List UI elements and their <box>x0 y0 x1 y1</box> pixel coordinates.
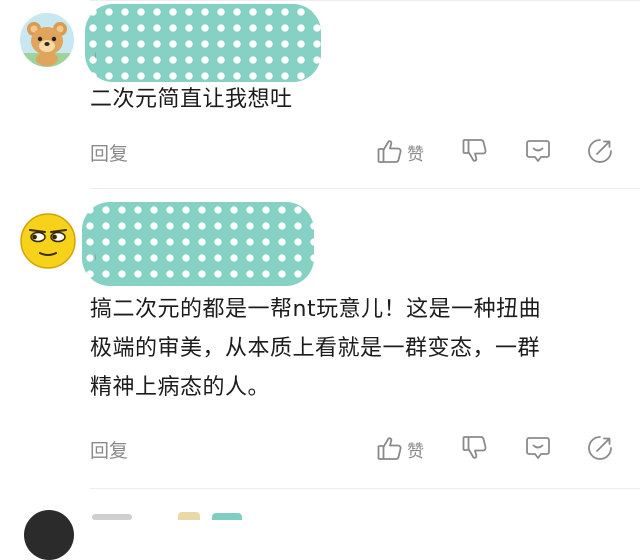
reply-button[interactable]: 回复 <box>90 139 128 166</box>
smiley-face-icon <box>20 213 76 269</box>
comment-line: 精神上病态的人。 <box>90 375 271 400</box>
avatar[interactable] <box>20 13 74 67</box>
top-divider <box>90 0 640 1</box>
comment-divider <box>90 488 640 489</box>
share-icon[interactable] <box>586 434 614 462</box>
comment-text: 搞二次元的都是一帮nt玩意儿！这是一种扭曲 极端的审美，从本质上看就是一群变态，… <box>90 290 541 407</box>
like-label[interactable]: 赞 <box>407 140 424 165</box>
comment-line: 搞二次元的都是一帮nt玩意儿！这是一种扭曲 <box>90 297 542 322</box>
small-mark: ı <box>94 50 97 61</box>
comment-divider <box>90 188 640 189</box>
bear-avatar-icon <box>20 13 74 67</box>
message-bubble-icon[interactable] <box>524 137 552 165</box>
message-bubble-icon[interactable] <box>524 434 552 462</box>
comment-line: 二次元简直让我想吐 <box>90 87 293 112</box>
thumbs-up-icon[interactable] <box>376 137 404 165</box>
reply-button[interactable]: 回复 <box>90 436 128 463</box>
avatar[interactable] <box>20 213 76 269</box>
thumbs-down-icon[interactable] <box>461 434 489 462</box>
comment-actions: 回复 赞 <box>0 430 640 470</box>
comment-text: 二次元简直让我想吐 <box>90 80 293 119</box>
avatar[interactable] <box>24 510 74 560</box>
small-mark: ı <box>94 252 97 263</box>
username-redacted <box>85 4 321 82</box>
comment-line: 极端的审美，从本质上看就是一群变态，一群 <box>90 336 541 361</box>
like-label[interactable]: 赞 <box>407 437 424 462</box>
thumbs-up-icon[interactable] <box>376 434 404 462</box>
emoji-fragment <box>178 512 200 520</box>
comment-actions: 回复 赞 <box>0 133 640 173</box>
username-redacted <box>82 202 314 286</box>
thumbs-down-icon[interactable] <box>461 137 489 165</box>
username-fragment <box>92 514 132 520</box>
badge-fragment <box>212 513 242 520</box>
share-icon[interactable] <box>586 137 614 165</box>
